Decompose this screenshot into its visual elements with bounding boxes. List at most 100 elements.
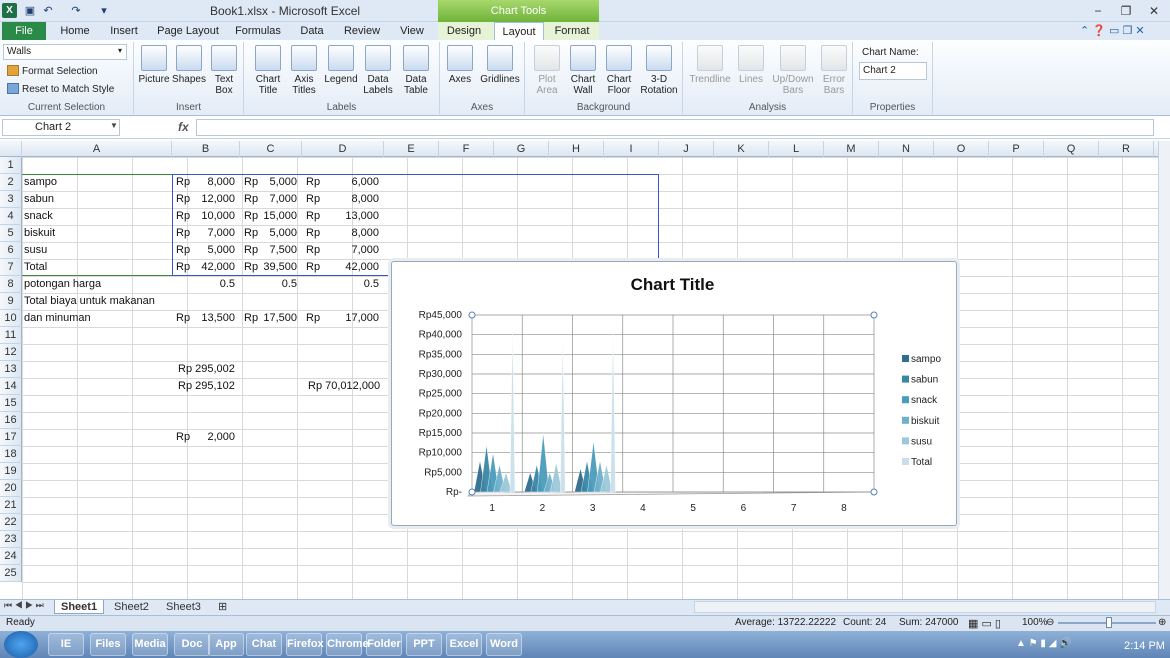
tab-layout[interactable]: Layout [494,22,544,40]
chart-name-input[interactable]: Chart 2 [859,62,927,80]
zoom-in-icon[interactable]: ⊕ [1158,617,1166,628]
help-icon[interactable]: ⌃ ❓ ▭ ❐ ✕ [1080,24,1145,37]
row-header-11[interactable]: 11 [0,327,22,344]
column-header-c[interactable]: C [240,141,302,157]
taskbar-app-files-icon[interactable]: Files [90,633,126,656]
error-bars-button[interactable]: Error Bars [815,45,853,96]
taskbar-app-ppt-icon[interactable]: PPT [406,633,442,656]
chart-wall-button[interactable]: Chart Wall [564,45,602,96]
row-header-19[interactable]: 19 [0,463,22,480]
minimize-button[interactable]: − [1084,2,1112,20]
taskbar-app-chat-icon[interactable]: Chat [246,633,282,656]
reset-to-match-style-button[interactable]: Reset to Match Style [7,83,114,97]
row-header-1[interactable]: 1 [0,157,22,174]
trendline-button[interactable]: Trendline [688,45,732,85]
taskbar-app-chrome-icon[interactable]: Chrome [326,633,369,656]
cell-c9[interactable]: Rp 17,500 [240,310,301,327]
column-header-b[interactable]: B [172,141,240,157]
row-header-21[interactable]: 21 [0,497,22,514]
redo-icon[interactable]: ↷ [68,3,84,19]
taskbar-app-ie-icon[interactable]: IE [48,633,84,656]
shapes-button[interactable]: Shapes [170,45,208,85]
row-header-18[interactable]: 18 [0,446,22,463]
zoom-out-icon[interactable]: ⊖ [1046,617,1054,628]
save-icon[interactable]: ▣ [22,3,38,19]
row-header-3[interactable]: 3 [0,191,22,208]
row-header-20[interactable]: 20 [0,480,22,497]
sheet-tab-sheet3[interactable]: Sheet3 [160,600,207,614]
start-button-icon[interactable] [4,631,38,658]
row-header-10[interactable]: 10 [0,310,22,327]
row-header-14[interactable]: 14 [0,378,22,395]
lines-button[interactable]: Lines [732,45,770,85]
row-header-15[interactable]: 15 [0,395,22,412]
column-header-h[interactable]: H [549,141,604,157]
row-header-16[interactable]: 16 [0,412,22,429]
taskbar-app-media-icon[interactable]: Media [132,633,168,656]
row-header-2[interactable]: 2 [0,174,22,191]
view-buttons-icon[interactable]: ▦ ▭ ▯ [968,617,1001,630]
chart-title-button[interactable]: Chart Title [249,45,287,96]
excel-logo-icon[interactable]: X [2,3,17,18]
column-header-r[interactable]: R [1099,141,1154,157]
chevron-down-icon[interactable]: ▼ [110,121,118,130]
3d-rotation-button[interactable]: 3-D Rotation [638,45,680,96]
up-down-bars-button[interactable]: Up/Down Bars [770,45,816,96]
taskbar-app-firefox-icon[interactable]: Firefox [286,633,324,656]
horizontal-scrollbar[interactable] [694,601,1156,613]
column-header-e[interactable]: E [384,141,439,157]
axis-titles-button[interactable]: Axis Titles [285,45,323,96]
row-header-24[interactable]: 24 [0,548,22,565]
system-tray-icon[interactable]: ▲ ⚑ ▮ ◢ 🔊 [1016,638,1072,649]
taskbar-app-folder-icon[interactable]: Folder [366,633,402,656]
column-header-f[interactable]: F [439,141,494,157]
cell-d9[interactable]: Rp 17,000 [302,310,383,327]
column-header-d[interactable]: D [302,141,384,157]
row-header-25[interactable]: 25 [0,565,22,582]
column-header-o[interactable]: O [934,141,989,157]
data-labels-button[interactable]: Data Labels [359,45,397,96]
zoom-level[interactable]: 100% [1022,617,1048,628]
row-header-5[interactable]: 5 [0,225,22,242]
format-selection-button[interactable]: Format Selection [7,65,98,79]
column-header-p[interactable]: P [989,141,1044,157]
chart-floor-button[interactable]: Chart Floor [600,45,638,96]
row-header-8[interactable]: 8 [0,276,22,293]
tab-review[interactable]: Review [338,22,386,40]
gridlines-button[interactable]: Gridlines [478,45,522,85]
taskbar-app-word-icon[interactable]: Word [486,633,522,656]
chart-plot[interactable]: Rp- Rp5,000 Rp10,000 Rp15,000 Rp20,000 Rp25,0… [392,262,956,525]
name-box[interactable]: Chart 2 [2,119,120,136]
row-header-4[interactable]: 4 [0,208,22,225]
restore-button[interactable]: ❐ [1112,2,1140,20]
row-header-9[interactable]: 9 [0,293,22,310]
cell-b9[interactable]: Rp 13,500 [172,310,239,327]
close-button[interactable]: ✕ [1140,2,1168,20]
column-header-i[interactable]: I [604,141,659,157]
zoom-slider-thumb[interactable] [1106,617,1112,628]
column-header-q[interactable]: Q [1044,141,1099,157]
sheet-tab-sheet2[interactable]: Sheet2 [108,600,155,614]
row-header-6[interactable]: 6 [0,242,22,259]
taskbar-app-app-icon[interactable]: App [208,633,244,656]
tab-file[interactable]: File [2,22,46,40]
insert-function-icon[interactable]: fx [178,120,189,134]
cell-d8[interactable]: 0.5 [302,276,379,293]
cell-a8[interactable]: potongan harga [24,276,101,293]
cell-a9-line1[interactable]: Total biaya untuk makanan [24,293,155,310]
column-header-g[interactable]: G [494,141,549,157]
tab-insert[interactable]: Insert [100,22,148,40]
cell-b8[interactable]: 0.5 [172,276,235,293]
plot-area-button[interactable]: Plot Area [528,45,566,96]
cell-a9-line2[interactable]: dan minuman [24,310,91,327]
tab-home[interactable]: Home [52,22,98,40]
sheet-nav-icon[interactable]: ⏮ ◀ ▶ ⏭ [4,600,44,611]
column-header-m[interactable]: M [824,141,879,157]
customize-qat-icon[interactable]: ▾ [96,3,112,19]
cell-b13[interactable]: Rp 295,102 [178,378,235,395]
row-header-23[interactable]: 23 [0,531,22,548]
cell-c8[interactable]: 0.5 [240,276,297,293]
taskbar-app-doc-icon[interactable]: Doc [174,633,210,656]
select-all-corner[interactable] [0,141,22,157]
chevron-down-icon[interactable]: ▾ [118,46,122,55]
